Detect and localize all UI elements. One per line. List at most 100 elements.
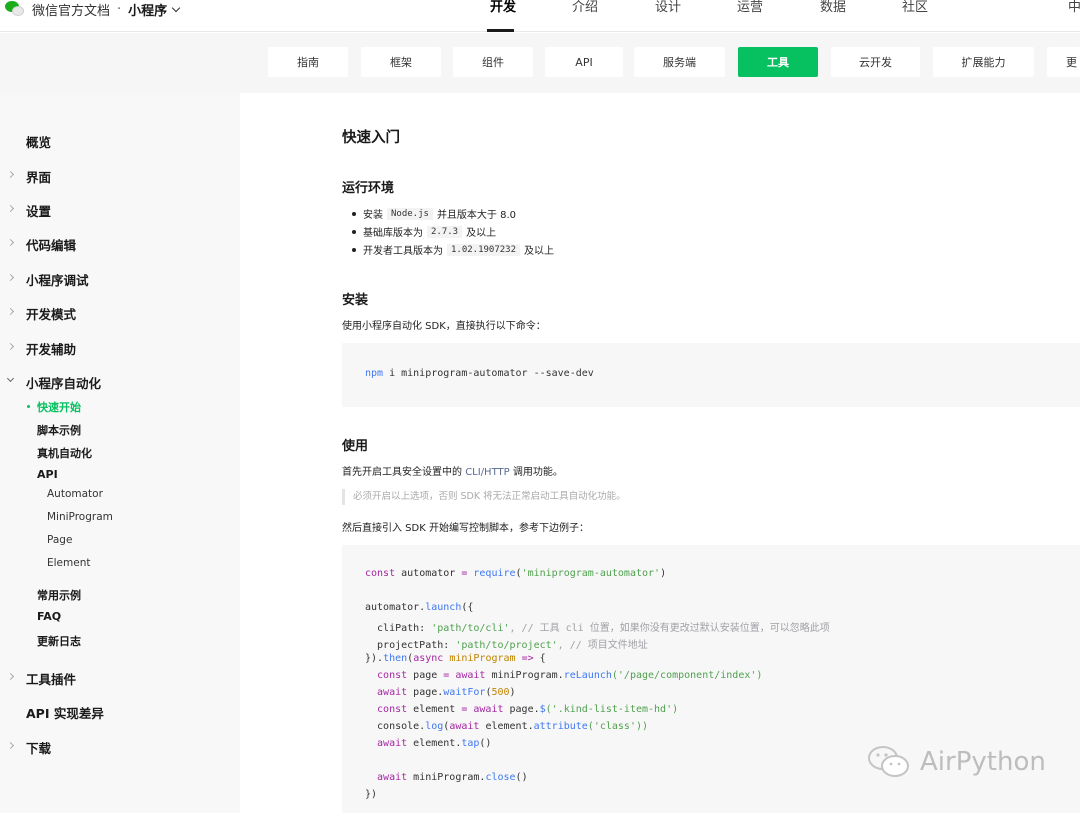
tab-guide[interactable]: 指南 bbox=[268, 47, 348, 77]
list-item-text: 开发者工具版本为 bbox=[363, 246, 443, 257]
sidebar-item-debug[interactable]: 小程序调试 bbox=[26, 270, 89, 289]
section-heading-env: 运行环境 bbox=[342, 181, 395, 196]
list-item-text: 及以上 bbox=[466, 228, 497, 239]
sidebar-item-automation[interactable]: 小程序自动化 bbox=[26, 373, 101, 392]
sidebar-item-quick-start[interactable]: 快速开始 bbox=[37, 399, 81, 415]
code-line: await page.waitFor(500) bbox=[365, 687, 516, 698]
tab-server[interactable]: 服务端 bbox=[634, 47, 725, 77]
nav-data[interactable]: 数据 bbox=[820, 0, 846, 18]
nav-develop[interactable]: 开发 bbox=[490, 0, 516, 18]
nav-active-indicator bbox=[487, 29, 514, 32]
sidebar-item-page[interactable]: Page bbox=[47, 534, 72, 546]
list-item-text: 并且版本大于 8.0 bbox=[436, 210, 517, 221]
product-name: 小程序 bbox=[128, 3, 168, 19]
sidebar-item-real-device[interactable]: 真机自动化 bbox=[37, 445, 92, 461]
code-line: await element.tap() bbox=[365, 738, 492, 749]
bullet-icon bbox=[352, 229, 356, 234]
page-title: 快速入门 bbox=[342, 130, 400, 146]
chevron-right-icon bbox=[6, 307, 15, 316]
top-nav: 微信官方文档 · 小程序 开发 介绍 设计 运营 数据 社区 中 bbox=[0, 0, 1080, 32]
section-heading-usage: 使用 bbox=[342, 439, 369, 454]
code-line: const element = await page.$('.kind-list… bbox=[365, 704, 679, 715]
sidebar-item-dev-mode[interactable]: 开发模式 bbox=[26, 304, 76, 323]
bullet-icon bbox=[352, 211, 356, 216]
sidebar-item-script-examples[interactable]: 脚本示例 bbox=[37, 422, 81, 438]
section-heading-install: 安装 bbox=[342, 293, 369, 308]
sidebar-item-common-examples[interactable]: 常用示例 bbox=[37, 587, 81, 603]
install-description: 使用小程序自动化 SDK，直接执行以下命令： bbox=[342, 321, 546, 332]
code-line: projectPath: 'path/to/project', // 项目文件地… bbox=[365, 640, 648, 651]
sidebar-item-faq[interactable]: FAQ bbox=[37, 610, 61, 623]
sidebar-item-download[interactable]: 下载 bbox=[26, 738, 51, 757]
list-item: 开发者工具版本为 1.02.1907232 及以上 bbox=[352, 242, 554, 257]
usage-description: 首先开启工具安全设置中的 CLI/HTTP 调用功能。 bbox=[342, 467, 563, 478]
list-item-text: 基础库版本为 bbox=[363, 228, 423, 239]
wechat-logo-icon bbox=[2, 0, 28, 19]
nav-intro[interactable]: 介绍 bbox=[572, 0, 598, 18]
code-line: await miniProgram.close() bbox=[365, 772, 528, 783]
usage-description-2: 然后直接引入 SDK 开始编写控制脚本，参考下边例子： bbox=[342, 523, 589, 534]
code-line: npm i miniprogram-automator --save-dev bbox=[365, 368, 594, 379]
chevron-right-icon bbox=[6, 273, 15, 282]
chevron-down-icon bbox=[171, 3, 181, 12]
list-item-text: 安装 bbox=[363, 210, 383, 221]
sidebar-item-element[interactable]: Element bbox=[47, 557, 90, 569]
tab-api[interactable]: API bbox=[545, 47, 623, 77]
chevron-right-icon bbox=[6, 672, 15, 681]
sidebar-item-plugins[interactable]: 工具插件 bbox=[26, 669, 76, 688]
chevron-down-icon bbox=[6, 374, 15, 383]
list-item: 基础库版本为 2.7.3 及以上 bbox=[352, 224, 496, 239]
code-line: automator.launch({ bbox=[365, 602, 474, 613]
sidebar-item-settings[interactable]: 设置 bbox=[26, 201, 51, 220]
sidebar-item-miniprogram[interactable]: MiniProgram bbox=[47, 511, 113, 523]
code-line: }).then(async miniProgram => { bbox=[365, 653, 546, 664]
code-line: cliPath: 'path/to/cli', // 工具 cli 位置，如果你… bbox=[365, 623, 830, 634]
brand-separator: · bbox=[117, 1, 122, 17]
active-dot-icon bbox=[27, 405, 30, 408]
list-item-text: 及以上 bbox=[524, 246, 555, 257]
chevron-right-icon bbox=[6, 342, 15, 351]
watermark-text: AirPython bbox=[920, 747, 1046, 777]
tab-extensions[interactable]: 扩展能力 bbox=[933, 47, 1034, 77]
nav-community[interactable]: 社区 bbox=[902, 0, 928, 18]
sidebar-item-interface[interactable]: 界面 bbox=[26, 167, 51, 186]
nav-design[interactable]: 设计 bbox=[655, 0, 681, 18]
code-line: console.log(await element.attribute('cla… bbox=[365, 721, 649, 732]
watermark: AirPython bbox=[866, 742, 1046, 782]
tab-framework[interactable]: 框架 bbox=[361, 47, 441, 77]
code-line: }) bbox=[365, 789, 378, 800]
tab-cloud-dev[interactable]: 云开发 bbox=[831, 47, 920, 77]
brand-name: 微信官方文档 bbox=[32, 3, 111, 19]
sidebar-item-api-diff[interactable]: API 实现差异 bbox=[26, 703, 104, 722]
app-root: 微信官方文档 · 小程序 开发 介绍 设计 运营 数据 社区 中 指南 框架 组… bbox=[0, 0, 1080, 813]
cli-http-link[interactable]: CLI/HTTP bbox=[465, 467, 509, 478]
note-blockquote: 必须开启以上选项，否则 SDK 将无法正常启动工具自动化功能。 bbox=[342, 489, 626, 505]
nav-operations[interactable]: 运营 bbox=[737, 0, 763, 18]
sidebar-item-overview[interactable]: 概览 bbox=[26, 132, 51, 151]
code-line: const automator = require('miniprogram-a… bbox=[365, 568, 667, 579]
inline-code: 2.7.3 bbox=[427, 225, 463, 238]
sidebar-item-changelog[interactable]: 更新日志 bbox=[37, 633, 81, 649]
sidebar-item-automator[interactable]: Automator bbox=[47, 488, 103, 500]
sidebar: 概览 界面 设置 代码编辑 小程序调试 开发模式 开发辅助 小程序自动化 快速开… bbox=[0, 93, 240, 813]
nav-language[interactable]: 中 bbox=[1068, 0, 1080, 18]
sidebar-item-dev-assist[interactable]: 开发辅助 bbox=[26, 339, 76, 358]
list-item: 安装 Node.js 并且版本大于 8.0 bbox=[352, 206, 516, 221]
sub-nav: 指南 框架 组件 API 服务端 工具 云开发 扩展能力 更 bbox=[0, 33, 1080, 93]
chevron-right-icon bbox=[6, 741, 15, 750]
wechat-watermark-icon bbox=[868, 746, 909, 777]
chevron-right-icon bbox=[6, 238, 15, 247]
inline-code: 1.02.1907232 bbox=[447, 243, 521, 256]
sidebar-item-api[interactable]: API bbox=[37, 468, 58, 481]
brand[interactable]: 微信官方文档 · 小程序 bbox=[2, 0, 181, 19]
chevron-right-icon bbox=[6, 204, 15, 213]
tab-components[interactable]: 组件 bbox=[453, 47, 533, 77]
tab-tools[interactable]: 工具 bbox=[738, 47, 818, 77]
main-content: 快速入门 运行环境 安装 Node.js 并且版本大于 8.0 基础库版本为 2… bbox=[240, 93, 1080, 813]
sidebar-item-code-edit[interactable]: 代码编辑 bbox=[26, 235, 76, 254]
code-block-install[interactable]: npm i miniprogram-automator --save-dev bbox=[342, 343, 1080, 407]
tab-more[interactable]: 更 bbox=[1047, 47, 1080, 77]
chevron-right-icon bbox=[6, 170, 15, 179]
bullet-icon bbox=[352, 247, 356, 252]
inline-code: Node.js bbox=[387, 207, 433, 220]
